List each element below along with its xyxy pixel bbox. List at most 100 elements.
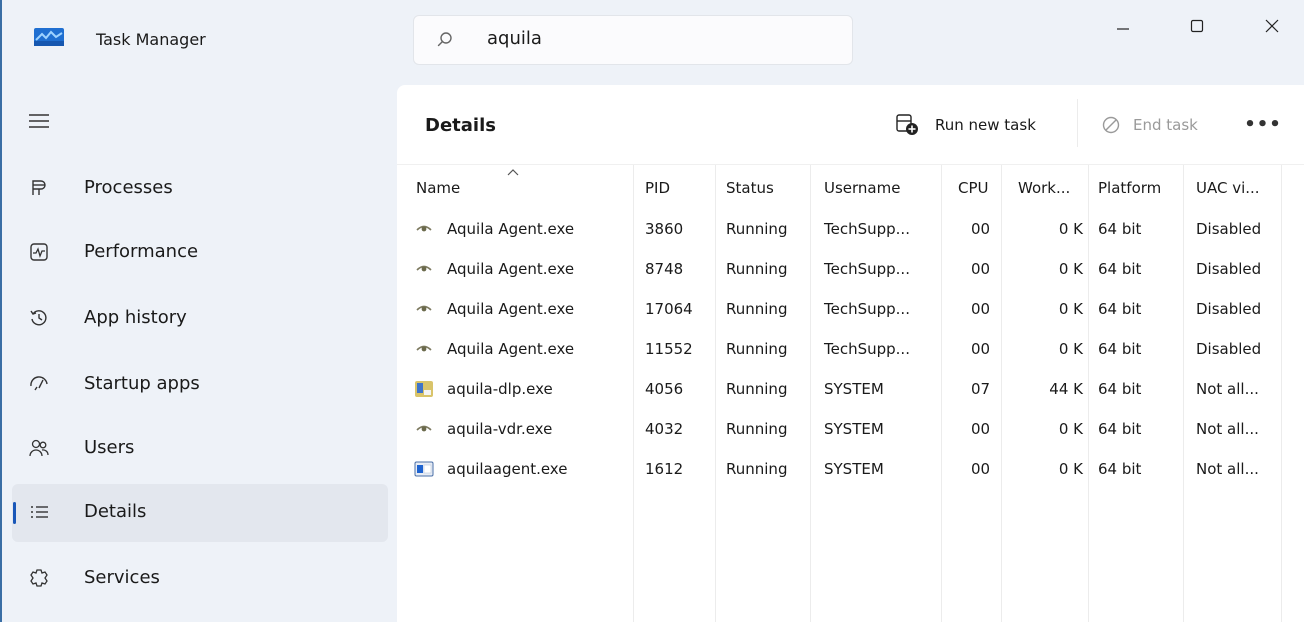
users-icon xyxy=(29,439,49,457)
cell-name: Aquila Agent.exe xyxy=(447,260,575,278)
cell-username: SYSTEM xyxy=(824,380,884,398)
window-app-icon xyxy=(414,461,434,477)
details-icon xyxy=(31,506,48,518)
table-row[interactable]: Aquila Agent.exe 3860 Running TechSupp..… xyxy=(397,209,1304,249)
column-header-platform[interactable]: Platform xyxy=(1098,179,1161,197)
cell-name: aquila-dlp.exe xyxy=(447,380,553,398)
app-history-icon xyxy=(30,310,47,326)
sidebar-item-startup-apps[interactable]: Startup apps xyxy=(12,356,388,414)
sidebar-item-services[interactable]: Services xyxy=(12,550,388,608)
cell-pid: 4056 xyxy=(645,380,684,398)
sidebar-item-label: Processes xyxy=(84,177,173,198)
sidebar-item-users[interactable]: Users xyxy=(12,420,388,478)
cell-name: aquila-vdr.exe xyxy=(447,420,553,438)
toolbar-divider xyxy=(1077,99,1078,147)
cell-pid: 1612 xyxy=(645,460,684,478)
column-header-pid[interactable]: PID xyxy=(645,179,670,197)
column-header-username[interactable]: Username xyxy=(824,179,900,197)
more-icon[interactable]: ••• xyxy=(1244,109,1281,139)
cell-username: TechSupp... xyxy=(824,300,910,318)
page-title: Details xyxy=(425,115,496,136)
window-border xyxy=(0,0,2,622)
cell-uac: Disabled xyxy=(1196,340,1262,358)
cell-uac: Not all... xyxy=(1196,380,1259,398)
eye-icon xyxy=(416,265,432,272)
run-new-task-button[interactable]: Run new task xyxy=(895,107,1036,143)
cell-platform: 64 bit xyxy=(1098,460,1142,478)
eye-icon xyxy=(416,345,432,352)
cell-platform: 64 bit xyxy=(1098,260,1142,278)
close-button[interactable] xyxy=(1250,8,1294,44)
selection-indicator xyxy=(13,502,16,524)
cell-name: Aquila Agent.exe xyxy=(447,220,575,238)
cell-platform: 64 bit xyxy=(1098,420,1142,438)
table-row[interactable]: Aquila Agent.exe 11552 Running TechSupp.… xyxy=(397,329,1304,369)
table-row[interactable]: aquila-dlp.exe 4056 Running SYSTEM 07 44… xyxy=(397,369,1304,409)
cell-working-set: 0 K xyxy=(1058,220,1083,238)
cell-platform: 64 bit xyxy=(1098,220,1142,238)
cell-status: Running xyxy=(726,220,788,238)
column-header-status[interactable]: Status xyxy=(726,179,774,197)
cell-uac: Not all... xyxy=(1196,420,1259,438)
sidebar-item-app-history[interactable]: App history xyxy=(12,290,388,348)
eye-icon xyxy=(416,305,432,312)
cell-pid: 8748 xyxy=(645,260,684,278)
cell-working-set: 0 K xyxy=(1058,340,1083,358)
hamburger-icon[interactable] xyxy=(28,112,50,130)
cell-username: SYSTEM xyxy=(824,420,884,438)
column-header-uac-virtualization[interactable]: UAC vi... xyxy=(1196,179,1260,197)
search-icon xyxy=(437,32,452,47)
cell-name: aquilaagent.exe xyxy=(447,460,568,478)
startup-apps-icon xyxy=(30,376,48,391)
cell-username: SYSTEM xyxy=(824,460,884,478)
cell-uac: Disabled xyxy=(1196,260,1262,278)
search-input[interactable]: aquila xyxy=(487,28,542,49)
run-new-task-label: Run new task xyxy=(935,116,1036,134)
dlp-app-icon xyxy=(415,381,433,397)
end-task-label: End task xyxy=(1133,116,1198,134)
cell-platform: 64 bit xyxy=(1098,380,1142,398)
cell-cpu: 00 xyxy=(971,340,991,358)
performance-icon xyxy=(30,243,48,261)
sidebar-item-details[interactable]: Details xyxy=(12,484,388,542)
table-row[interactable]: aquilaagent.exe 1612 Running SYSTEM 00 0… xyxy=(397,449,1304,489)
maximize-button[interactable] xyxy=(1175,8,1219,44)
column-header-working-set[interactable]: Work... xyxy=(1018,179,1070,197)
cell-name: Aquila Agent.exe xyxy=(447,300,575,318)
table-row[interactable]: Aquila Agent.exe 8748 Running TechSupp..… xyxy=(397,249,1304,289)
column-header-cpu[interactable]: CPU xyxy=(958,179,989,197)
toolbar-divider-horizontal xyxy=(397,164,1304,165)
cell-platform: 64 bit xyxy=(1098,300,1142,318)
services-icon xyxy=(30,569,48,587)
sidebar-item-processes[interactable]: Processes xyxy=(12,160,388,218)
end-task-button[interactable]: End task xyxy=(1101,107,1198,143)
sidebar-item-label: Services xyxy=(84,567,160,588)
cell-pid: 4032 xyxy=(645,420,684,438)
cell-working-set: 0 K xyxy=(1058,260,1083,278)
eye-icon xyxy=(416,225,432,232)
table-row[interactable]: aquila-vdr.exe 4032 Running SYSTEM 00 0 … xyxy=(397,409,1304,449)
cell-pid: 17064 xyxy=(645,300,693,318)
minimize-button[interactable] xyxy=(1101,8,1145,44)
cell-status: Running xyxy=(726,340,788,358)
column-header-name[interactable]: Name xyxy=(416,179,460,197)
cell-working-set: 44 K xyxy=(1049,380,1083,398)
cell-working-set: 0 K xyxy=(1058,300,1083,318)
app-title: Task Manager xyxy=(96,30,206,49)
eye-icon xyxy=(416,425,432,432)
sidebar-item-label: App history xyxy=(84,307,187,328)
details-panel: Details Run new task End task ••• Name P… xyxy=(397,85,1304,622)
search-box[interactable]: aquila xyxy=(413,15,853,65)
cell-pid: 11552 xyxy=(645,340,693,358)
cell-uac: Disabled xyxy=(1196,220,1262,238)
end-task-icon xyxy=(1102,116,1120,134)
cell-status: Running xyxy=(726,380,788,398)
table-row[interactable]: Aquila Agent.exe 17064 Running TechSupp.… xyxy=(397,289,1304,329)
sidebar-item-performance[interactable]: Performance xyxy=(12,224,388,282)
cell-cpu: 00 xyxy=(971,300,991,318)
cell-cpu: 00 xyxy=(971,260,991,278)
cell-cpu: 00 xyxy=(971,460,991,478)
cell-status: Running xyxy=(726,300,788,318)
sidebar-item-label: Performance xyxy=(84,241,199,262)
cell-working-set: 0 K xyxy=(1058,460,1083,478)
